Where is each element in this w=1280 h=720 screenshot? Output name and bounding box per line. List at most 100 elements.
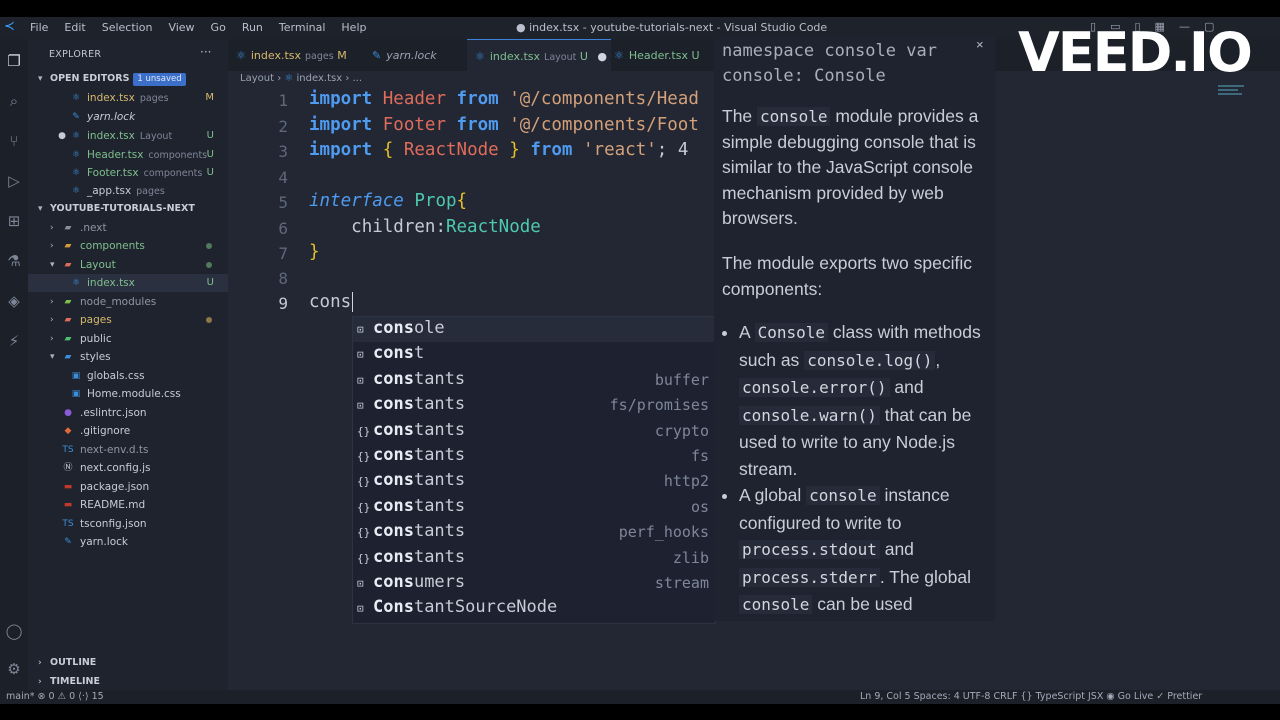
tree-item-file[interactable]: ◆ .gitignore (28, 422, 228, 440)
menu-terminal[interactable]: Terminal (279, 21, 326, 34)
tree-item-folder[interactable]: › ▰ node_modules (28, 293, 228, 311)
tree-item-file[interactable]: TS next-env.d.ts (28, 441, 228, 459)
tree-item-file[interactable]: ▣ Home.module.css (28, 385, 228, 403)
menu-selection[interactable]: Selection (102, 21, 153, 34)
project-section[interactable]: ▾ YOUTUBE-TUTORIALS-NEXT (28, 200, 228, 218)
tree-item-file-selected[interactable]: ⚛ index.tsx U (28, 274, 228, 292)
veed-watermark: VEED.IO (1018, 21, 1253, 84)
timeline-section[interactable]: › TIMELINE (28, 673, 228, 691)
code-line-3: import { ReactNode } from 'react'; 4 (309, 140, 689, 160)
open-editor-item[interactable]: ⚛ index.tsx pages M (28, 89, 228, 107)
suggestion-item[interactable]: ⊡ ConstantSourceNode (353, 596, 715, 621)
npm-file-icon: ▬ (63, 482, 73, 492)
tab-pages-index[interactable]: ⚛ index.tsx pages M (236, 39, 356, 71)
text-cursor (352, 292, 354, 312)
run-debug-icon[interactable]: ▷ (4, 171, 24, 191)
suggestion-item[interactable]: ⊡ console (353, 317, 715, 343)
suggestion-item[interactable]: ⊡ consumers stream (353, 571, 715, 596)
module-icon: {} (357, 526, 371, 540)
chevron-right-icon: › (38, 677, 42, 687)
suggestion-item[interactable]: ⊡ constants fs/promises (353, 393, 715, 418)
tree-item-file[interactable]: ✎ yarn.lock (28, 533, 228, 551)
variable-icon: ⊡ (357, 602, 364, 616)
breadcrumb-file[interactable]: index.tsx (297, 73, 343, 84)
source-control-icon[interactable]: ⑂ (4, 131, 24, 151)
react-file-icon: ⚛ (71, 168, 81, 178)
react-file-icon: ⚛ (71, 186, 81, 196)
vscode-logo-icon: ≺ (4, 19, 15, 34)
extensions-icon[interactable]: ⊞ (4, 211, 24, 231)
module-icon: {} (357, 424, 371, 438)
tree-item-file[interactable]: ● .eslintrc.json (28, 404, 228, 422)
folder-icon: ▰ (64, 297, 72, 307)
tree-item-file[interactable]: ▣ globals.css (28, 367, 228, 385)
modified-dot (206, 262, 212, 268)
breadcrumb-more[interactable]: ... (353, 73, 363, 84)
line-number: 4 (278, 168, 288, 187)
unsaved-dot-icon[interactable]: ● (597, 50, 607, 63)
next-file-icon: Ⓝ (63, 463, 73, 473)
suggestion-widget: ⊡ console ⊡ const ⊡ constants buffer ⊡ constants… (352, 316, 716, 624)
status-right[interactable]: Ln 9, Col 5 Spaces: 4 UTF-8 CRLF {} Type… (860, 691, 1202, 702)
suggestion-item[interactable]: {} constants http2 (353, 469, 715, 494)
accounts-icon[interactable]: ◯ (4, 621, 24, 641)
status-left[interactable]: main* ⊗ 0 ⚠ 0 ⟨·⟩ 15 (6, 691, 104, 702)
video-letterbox-top (0, 0, 1280, 17)
markdown-file-icon: ▬ (63, 500, 73, 510)
open-editor-item[interactable]: ⚛ Footer.tsx components U (28, 164, 228, 182)
python-icon[interactable]: ◈ (4, 291, 24, 311)
remote-icon[interactable]: ⚡ (4, 331, 24, 351)
tree-item-folder[interactable]: › ▰ components (28, 237, 228, 255)
open-editor-item[interactable]: ● ⚛ index.tsx Layout U (28, 127, 228, 145)
suggestion-item[interactable]: {} constants fs (353, 444, 715, 469)
tree-item-folder[interactable]: › ▰ .next (28, 219, 228, 237)
hover-list-item: A Console class with methods such as con… (739, 319, 995, 482)
explorer-more-icon[interactable]: ··· (200, 45, 211, 59)
explorer-icon[interactable]: ❐ (4, 51, 24, 71)
modified-dot (206, 317, 212, 323)
tree-item-folder[interactable]: ▾ ▰ styles (28, 348, 228, 366)
suggestion-item[interactable]: {} constants zlib (353, 546, 715, 571)
tree-item-file[interactable]: TS tsconfig.json (28, 515, 228, 533)
suggestion-item[interactable]: {} constants os (353, 495, 715, 520)
menu-edit[interactable]: Edit (64, 21, 85, 34)
testing-icon[interactable]: ⚗ (4, 251, 24, 271)
yarn-file-icon: ✎ (72, 112, 80, 122)
suggestion-item[interactable]: ⊡ const (353, 342, 715, 367)
variable-icon: ⊡ (357, 323, 364, 336)
settings-gear-icon[interactable]: ⚙ (4, 659, 24, 679)
open-editors-section[interactable]: ▾ OPEN EDITORS 1 unsaved (28, 70, 228, 88)
menu-run[interactable]: Run (242, 21, 263, 34)
menu-go[interactable]: Go (211, 21, 226, 34)
open-editor-item[interactable]: ✎ yarn.lock (28, 108, 228, 126)
tree-item-folder[interactable]: › ▰ public (28, 330, 228, 348)
outline-section[interactable]: › OUTLINE (28, 654, 228, 672)
tab-layout-index[interactable]: ⚛ index.tsx Layout U ● (467, 39, 611, 72)
line-number: 7 (278, 244, 288, 263)
tree-item-file[interactable]: Ⓝ next.config.js (28, 459, 228, 477)
typescript-file-icon: TS (62, 445, 74, 455)
tab-yarn-lock[interactable]: ✎ yarn.lock (372, 39, 468, 71)
open-editor-item[interactable]: ⚛ _app.tsx pages (28, 182, 228, 200)
open-editor-item[interactable]: ⚛ Header.tsx components U (28, 146, 228, 164)
tree-item-folder[interactable]: ▾ ▰ Layout (28, 256, 228, 274)
status-bar: main* ⊗ 0 ⚠ 0 ⟨·⟩ 15 Ln 9, Col 5 Spaces:… (0, 690, 1280, 704)
tree-item-file[interactable]: ▬ README.md (28, 496, 228, 514)
chevron-right-icon: › (50, 315, 54, 325)
menu-help[interactable]: Help (341, 21, 366, 34)
menu-file[interactable]: File (30, 21, 48, 34)
dirty-dot-icon: ● (58, 131, 66, 141)
menu-view[interactable]: View (168, 21, 194, 34)
suggestion-item[interactable]: {} constants crypto (353, 419, 715, 444)
hover-paragraph-1: The console module provides a simple deb… (722, 106, 979, 228)
breadcrumb-folder[interactable]: Layout (240, 73, 274, 84)
tab-header[interactable]: ⚛ Header.tsx U (614, 39, 714, 71)
keyword-icon: ⊡ (357, 348, 364, 362)
suggestion-item[interactable]: {} constants perf_hooks (353, 520, 715, 545)
tree-item-folder[interactable]: › ▰ pages (28, 311, 228, 329)
tree-item-file[interactable]: ▬ package.json (28, 478, 228, 496)
close-icon[interactable]: × (976, 37, 984, 52)
search-icon[interactable]: ⌕ (4, 91, 24, 111)
window-title: ● index.tsx - youtube-tutorials-next - V… (516, 21, 828, 34)
suggestion-item[interactable]: ⊡ constants buffer (353, 368, 715, 393)
